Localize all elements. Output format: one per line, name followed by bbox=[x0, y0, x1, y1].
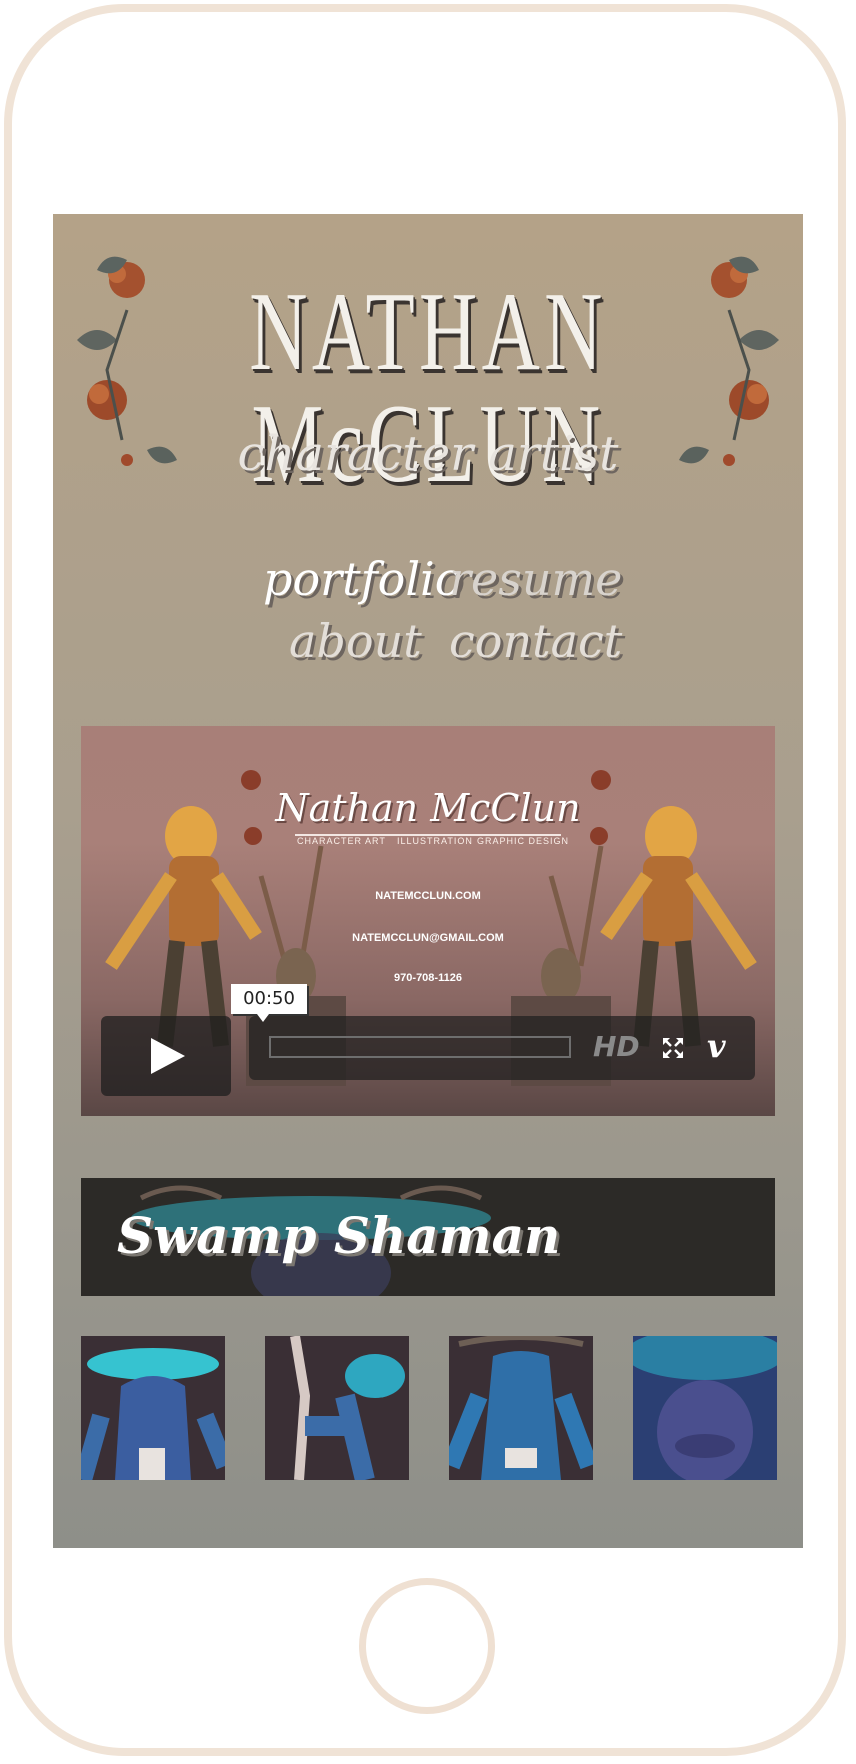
main-nav: portfolio resume about contact bbox=[53, 532, 803, 672]
video-controls: HD v bbox=[249, 1016, 755, 1080]
thumbnail-front[interactable] bbox=[81, 1336, 225, 1480]
thumbnail-back[interactable] bbox=[449, 1336, 593, 1480]
website-screen: NATHAN McCLUN character artist portfolio… bbox=[53, 214, 803, 1548]
thumbnail-face[interactable] bbox=[633, 1336, 777, 1480]
project-title: Swamp Shaman bbox=[117, 1206, 561, 1265]
card-email: NATEMCCLUN@GMAIL.COM bbox=[352, 932, 504, 944]
card-website: NATEMCCLUN.COM bbox=[375, 890, 481, 902]
nav-link-about[interactable]: about bbox=[289, 614, 422, 668]
nav-link-resume[interactable]: resume bbox=[449, 552, 622, 606]
card-subtitle-character-art: CHARACTER ART bbox=[297, 836, 386, 846]
card-phone: 970-708-1126 bbox=[394, 972, 462, 984]
thumbnail-staff[interactable] bbox=[265, 1336, 409, 1480]
card-title: Nathan McClun bbox=[275, 786, 581, 830]
home-button[interactable] bbox=[359, 1578, 495, 1714]
card-subtitle-illustration: ILLUSTRATION bbox=[397, 836, 473, 846]
project-thumbnails bbox=[81, 1336, 777, 1480]
vimeo-icon[interactable]: v bbox=[707, 1030, 726, 1062]
progress-bar[interactable] bbox=[269, 1036, 571, 1058]
duration-tooltip: 00:50 bbox=[231, 984, 307, 1022]
play-button[interactable] bbox=[101, 1016, 231, 1096]
hd-button[interactable]: HD bbox=[593, 1030, 640, 1063]
fullscreen-icon[interactable] bbox=[661, 1036, 685, 1060]
nav-link-portfolio[interactable]: portfolio bbox=[263, 552, 462, 606]
video-player[interactable]: Nathan McClun CHARACTER ART ILLUSTRATION… bbox=[81, 726, 775, 1116]
site-subtitle: character artist bbox=[237, 426, 619, 482]
project-banner[interactable]: Swamp Shaman bbox=[81, 1178, 775, 1296]
nav-link-contact[interactable]: contact bbox=[449, 614, 622, 668]
site-header: NATHAN McCLUN character artist bbox=[53, 214, 803, 514]
play-icon bbox=[151, 1038, 185, 1074]
card-subtitle-graphic-design: GRAPHIC DESIGN bbox=[477, 836, 570, 846]
